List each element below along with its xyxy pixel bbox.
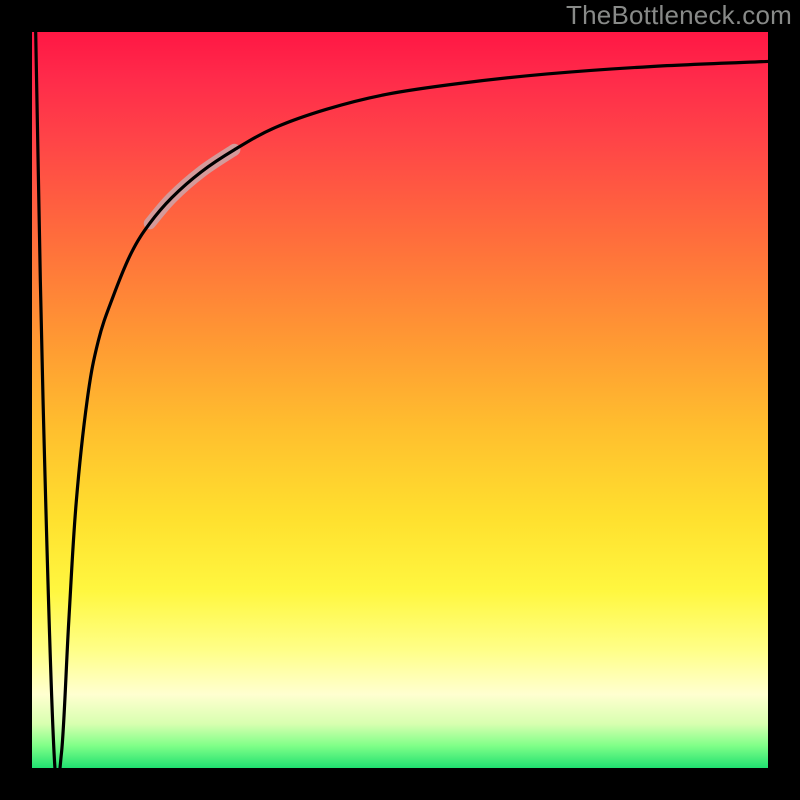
bottleneck-curve	[36, 32, 768, 768]
plot-area	[32, 32, 768, 768]
chart-frame: TheBottleneck.com	[0, 0, 800, 800]
curve-layer	[32, 32, 768, 768]
bottleneck-curve-highlight	[150, 150, 235, 224]
watermark-text: TheBottleneck.com	[566, 0, 792, 31]
